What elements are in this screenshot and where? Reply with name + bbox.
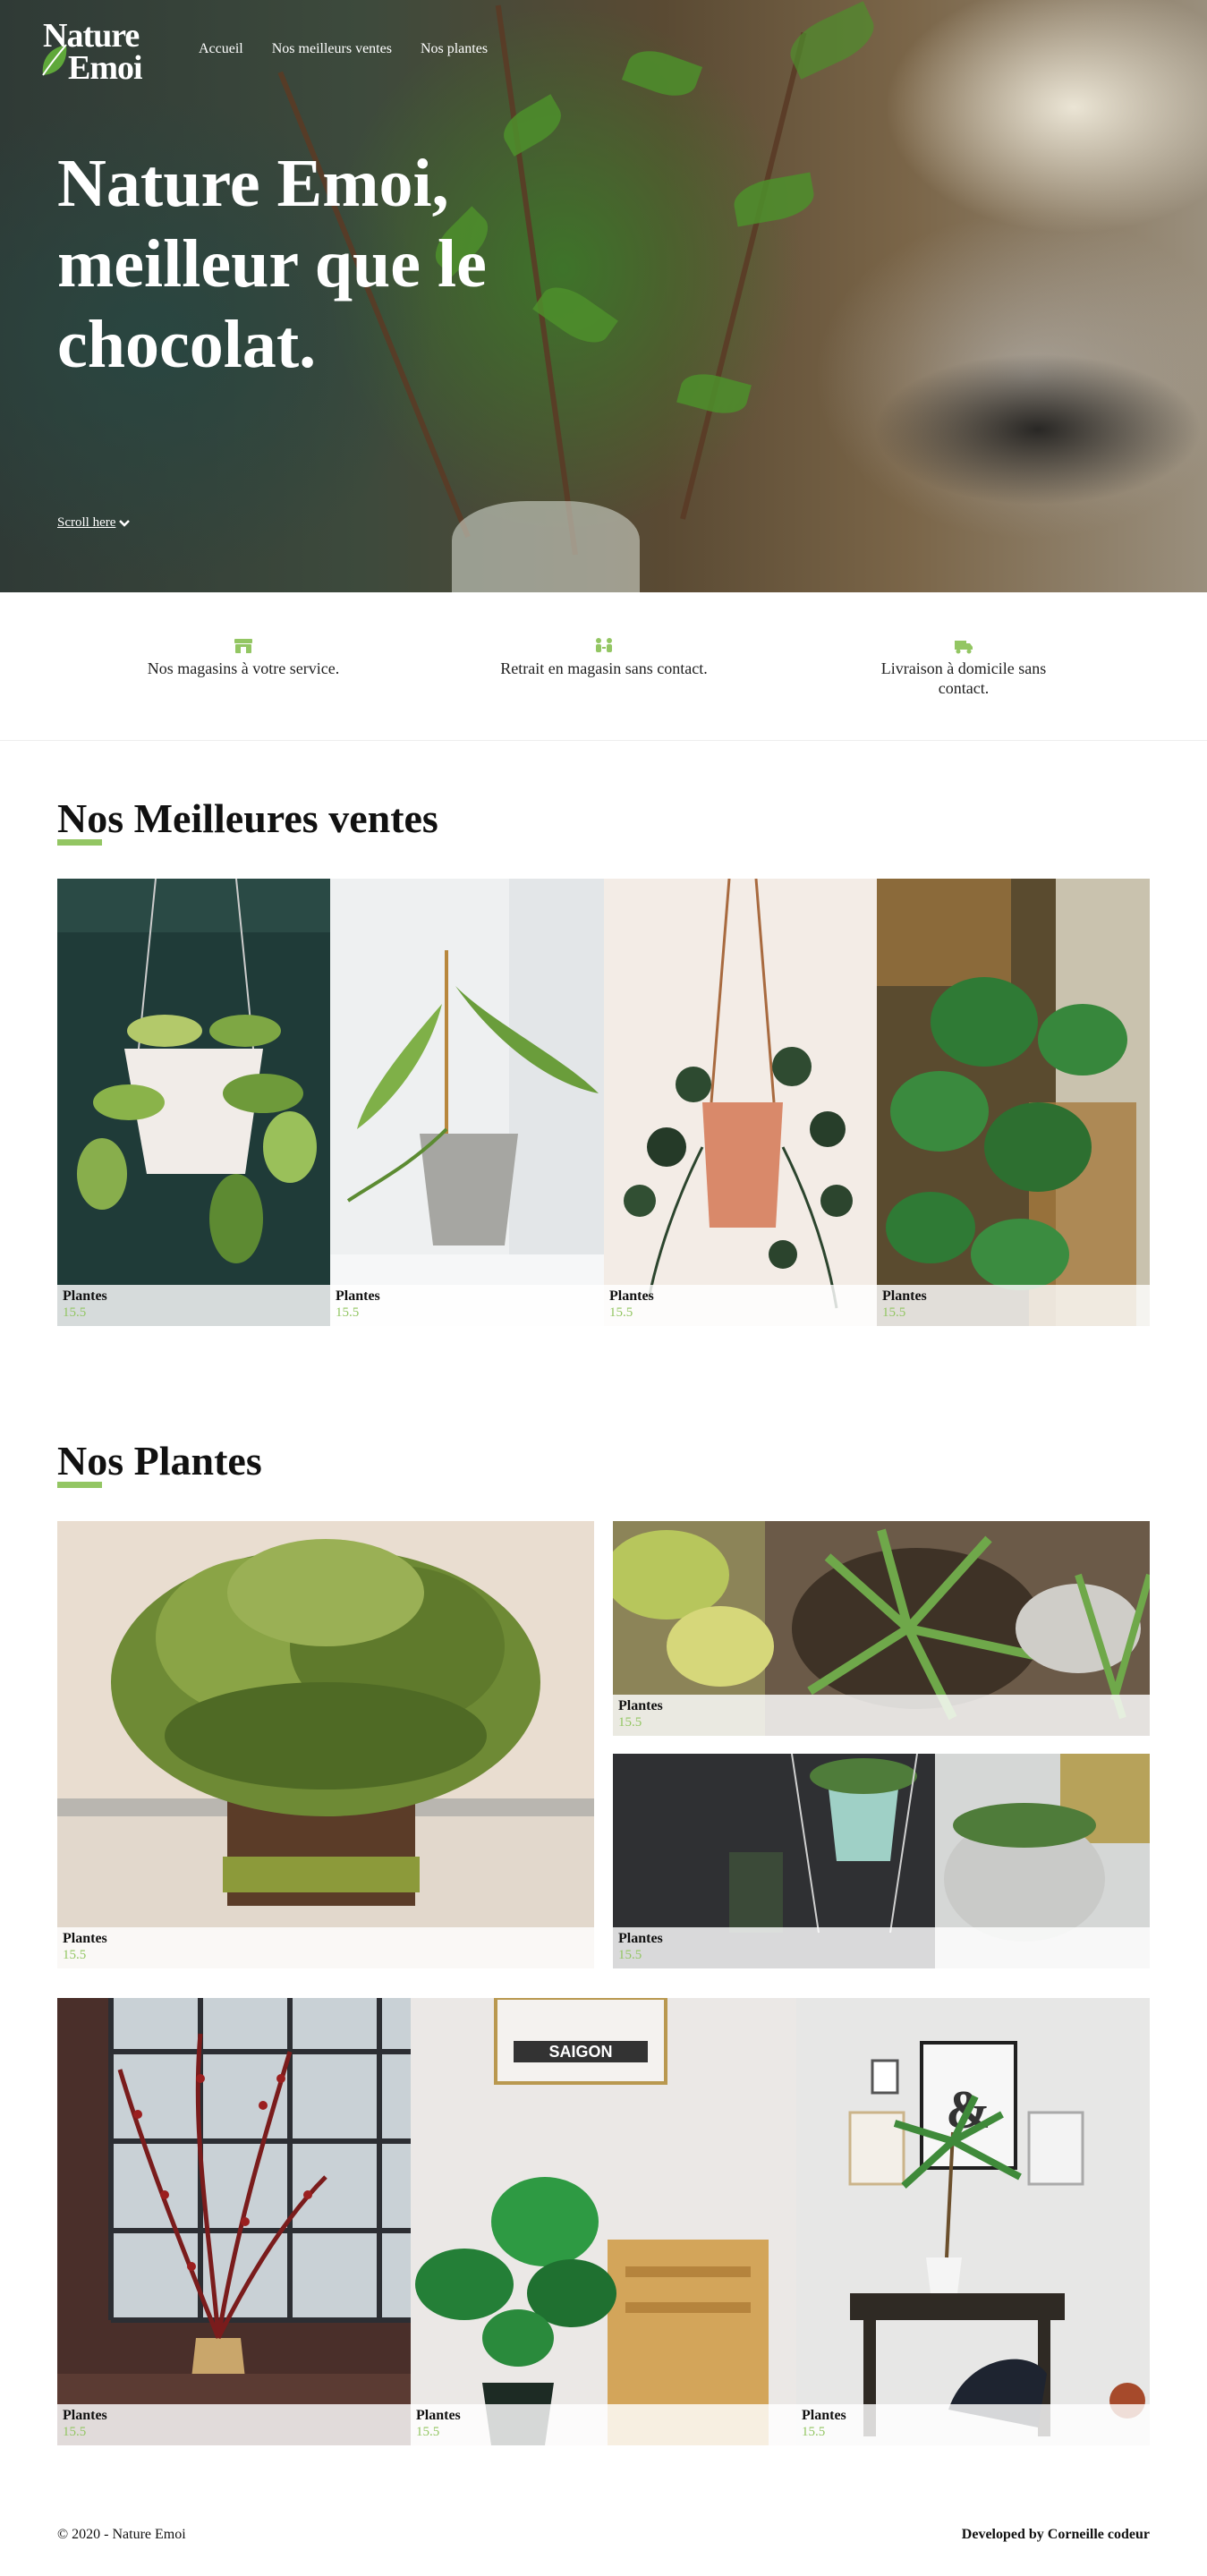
feature-pickup: Retrait en magasin sans contact.	[497, 637, 711, 678]
hero-plant-stem	[680, 31, 807, 520]
product-name: Plantes	[802, 2408, 846, 2423]
hero-title: Nature Emoi, meilleur que le chocolat.	[57, 146, 487, 382]
product-caption: Plantes 15.5	[613, 1695, 1150, 1736]
product-price: 15.5	[63, 1305, 87, 1320]
product-name: Plantes	[336, 1288, 380, 1304]
plant-photo	[877, 879, 1150, 1326]
best-seller-card[interactable]: Plantes 15.5	[330, 879, 604, 1326]
best-seller-card[interactable]: Plantes 15.5	[877, 879, 1150, 1326]
main-nav: Accueil Nos meilleurs ventes Nos plantes	[199, 41, 488, 57]
product-caption: Plantes 15.5	[57, 1927, 594, 1968]
product-price: 15.5	[618, 1715, 642, 1730]
plant-photo	[604, 879, 877, 1326]
brand-line2: Emoi	[68, 49, 143, 87]
features-strip: Nos magasins à votre service. Retrait en…	[0, 592, 1207, 741]
plant-photo	[57, 1998, 411, 2445]
footer-copyright: © 2020 - Nature Emoi	[57, 2527, 186, 2542]
hero-banner: Nature Emoi Accueil Nos meilleurs ventes…	[0, 0, 1207, 592]
feature-delivery: Livraison à domicile sans contact.	[856, 637, 1071, 698]
nav-link-meilleurs-ventes[interactable]: Nos meilleurs ventes	[272, 41, 392, 57]
product-caption: Plantes 15.5	[613, 1927, 1150, 1968]
plant-photo: &	[796, 1998, 1150, 2445]
poster-text: SAIGON	[548, 2043, 612, 2061]
best-sellers-title: Nos Meilleures ventes	[57, 795, 438, 846]
plant-card[interactable]: Plantes 15.5	[613, 1521, 1150, 1736]
product-caption: Plantes 15.5	[604, 1285, 877, 1326]
product-name: Plantes	[63, 1931, 107, 1946]
product-price: 15.5	[63, 1948, 87, 1962]
product-price: 15.5	[416, 2425, 440, 2439]
product-price: 15.5	[609, 1305, 633, 1320]
brand-name: Nature Emoi	[43, 17, 143, 87]
product-price: 15.5	[802, 2425, 826, 2439]
scroll-link[interactable]: Scroll here	[57, 515, 131, 531]
plant-card[interactable]: SAIGON Plantes 15.5	[411, 1998, 796, 2445]
best-seller-card[interactable]: Plantes 15.5	[604, 879, 877, 1326]
hero-leaf	[621, 42, 703, 105]
plant-card[interactable]: Plantes 15.5	[57, 1998, 411, 2445]
product-name: Plantes	[63, 2408, 107, 2423]
product-price: 15.5	[618, 1948, 642, 1962]
hero-leaf	[676, 367, 752, 421]
nav-link-accueil[interactable]: Accueil	[199, 41, 243, 57]
product-caption: Plantes 15.5	[57, 2404, 411, 2445]
product-caption: Plantes 15.5	[796, 2404, 1150, 2445]
title-underline	[57, 1482, 102, 1488]
product-name: Plantes	[618, 1698, 663, 1713]
feature-pickup-text: Retrait en magasin sans contact.	[500, 659, 708, 677]
plants-title: Nos Plantes	[57, 1437, 262, 1488]
page: Nature Emoi Accueil Nos meilleurs ventes…	[0, 0, 1207, 2576]
plant-photo	[330, 879, 604, 1326]
product-name: Plantes	[63, 1288, 107, 1304]
best-sellers-title-text: Nos Meilleures ventes	[57, 795, 438, 841]
chevron-down-icon	[119, 519, 131, 527]
product-name: Plantes	[882, 1288, 927, 1304]
plant-card[interactable]: Plantes 15.5	[57, 1521, 594, 1968]
product-name: Plantes	[416, 2408, 461, 2423]
product-caption: Plantes 15.5	[330, 1285, 604, 1326]
delivery-truck-icon	[955, 641, 973, 654]
hero-leaf	[730, 172, 818, 227]
plant-card[interactable]: Plantes 15.5	[613, 1754, 1150, 1968]
plant-photo	[57, 879, 330, 1326]
footer-credit: Developed by Corneille codeur	[961, 2527, 1150, 2542]
plants-title-text: Nos Plantes	[57, 1438, 262, 1484]
product-name: Plantes	[618, 1931, 663, 1946]
product-caption: Plantes 15.5	[877, 1285, 1150, 1326]
feature-stores: Nos magasins à votre service.	[136, 637, 351, 678]
hero-vase	[452, 501, 640, 592]
hero-leaf	[782, 1, 882, 80]
scroll-label: Scroll here	[57, 515, 116, 530]
product-price: 15.5	[336, 1305, 360, 1320]
product-price: 15.5	[882, 1305, 906, 1320]
product-price: 15.5	[63, 2425, 87, 2439]
product-caption: Plantes 15.5	[411, 2404, 796, 2445]
brand-line1: Nature	[43, 17, 140, 55]
title-underline	[57, 839, 102, 846]
feature-delivery-text: Livraison à domicile sans contact.	[880, 659, 1047, 697]
site-footer: © 2020 - Nature Emoi Developed by Cornei…	[57, 2527, 1150, 2543]
feature-stores-text: Nos magasins à votre service.	[147, 659, 340, 677]
contactless-pickup-icon	[596, 638, 612, 652]
product-caption: Plantes 15.5	[57, 1285, 330, 1326]
nav-link-nos-plantes[interactable]: Nos plantes	[421, 41, 488, 57]
best-seller-card[interactable]: Plantes 15.5	[57, 879, 330, 1326]
store-icon	[234, 639, 252, 653]
plant-card[interactable]: & Plantes 15.5	[796, 1998, 1150, 2445]
plant-photo	[57, 1521, 594, 1968]
product-name: Plantes	[609, 1288, 654, 1304]
plant-photo: SAIGON	[411, 1998, 796, 2445]
brand-logo[interactable]: Nature Emoi	[39, 17, 165, 87]
